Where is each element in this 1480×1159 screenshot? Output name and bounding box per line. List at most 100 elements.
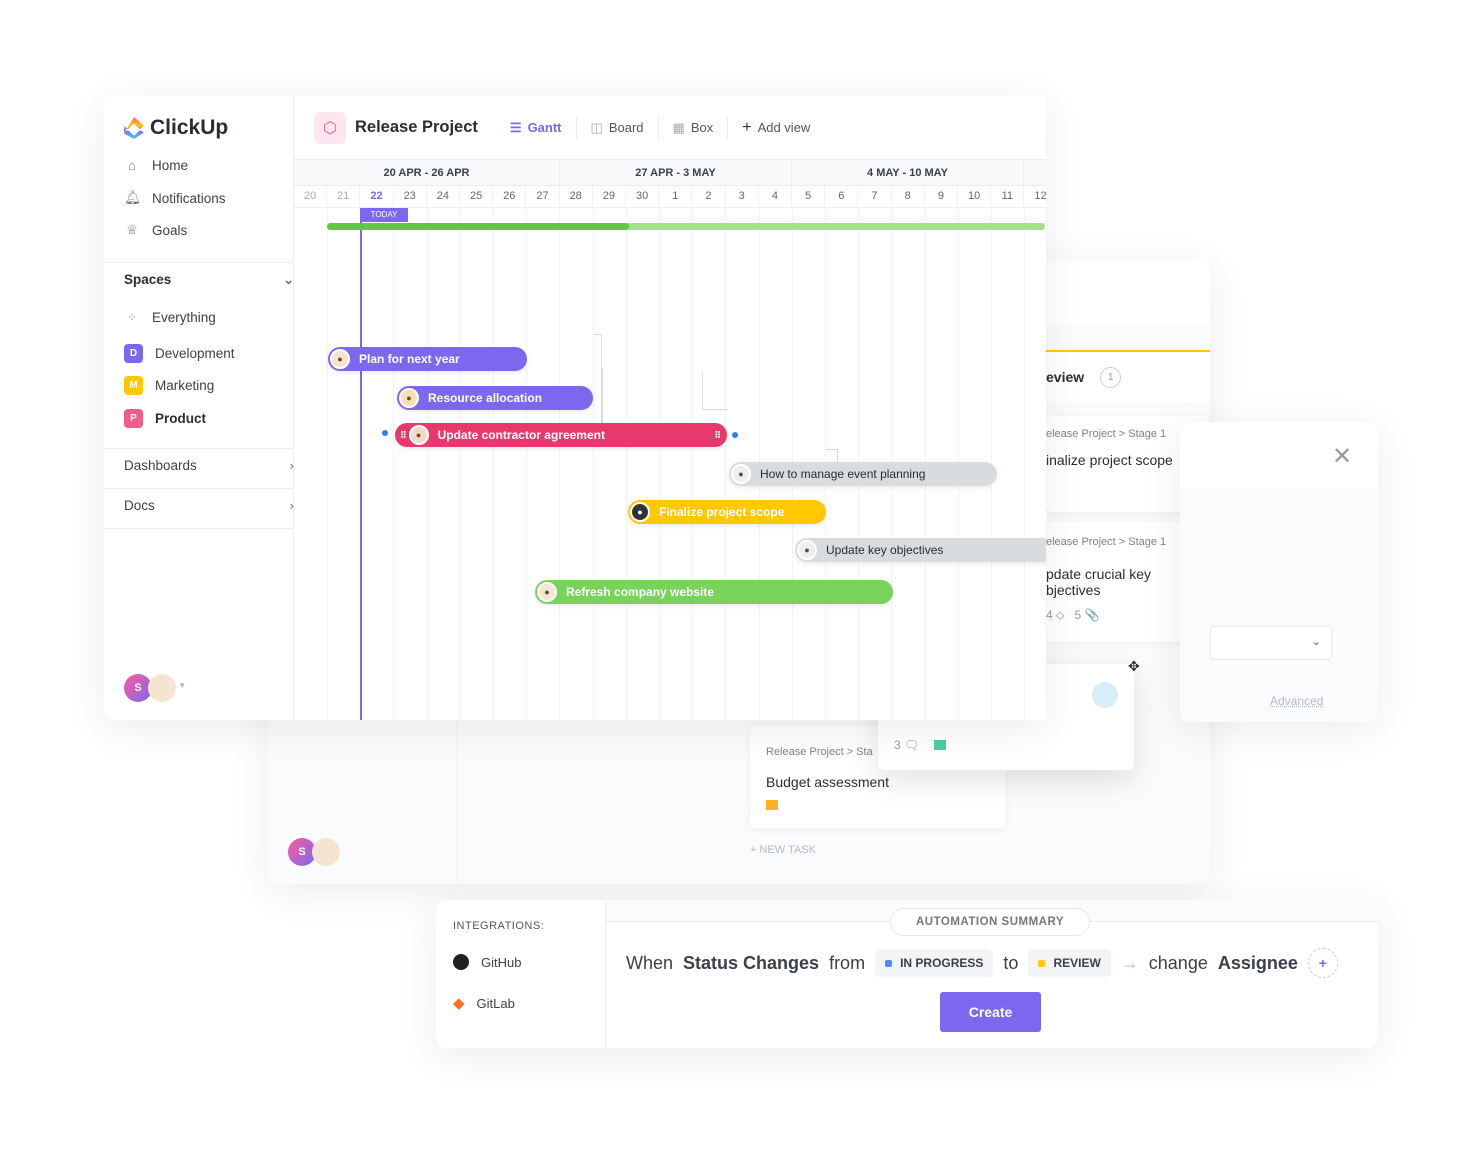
card-title: Budget assessment xyxy=(766,774,889,790)
grip-icon[interactable]: ⠿ xyxy=(714,430,721,441)
nav-label: Notifications xyxy=(152,190,226,206)
integration-github[interactable]: GitHub xyxy=(453,954,521,970)
day-label: 26 xyxy=(493,186,527,208)
board-header xyxy=(1046,260,1210,326)
day-label: 6 xyxy=(825,186,859,208)
integration-gitlab[interactable]: ◆ GitLab xyxy=(453,994,515,1012)
assignee-avatar: ● xyxy=(797,540,817,560)
task-name: Finalize project scope xyxy=(659,505,785,519)
nav-label: Home xyxy=(152,158,189,173)
grid-column-line xyxy=(725,208,727,720)
logo-text: ClickUp xyxy=(150,116,229,139)
day-label: 21 xyxy=(327,186,361,208)
integration-label: GitHub xyxy=(481,954,522,970)
trigger[interactable]: Status Changes xyxy=(683,953,819,974)
nav-label: Docs xyxy=(124,498,155,513)
week-label: 4 MAY - 10 MAY xyxy=(792,160,1024,186)
spaces-label: Spaces xyxy=(124,272,172,287)
text-to: to xyxy=(1003,952,1019,973)
tab-label: Box xyxy=(690,120,714,135)
grid-column-line xyxy=(692,208,694,720)
today-marker: TODAY xyxy=(360,208,408,222)
grid-column-line xyxy=(526,208,528,720)
advanced-link[interactable]: Advanced xyxy=(1270,694,1323,708)
status-from-pill[interactable]: IN PROGRESS xyxy=(875,949,994,977)
day-label: 4 xyxy=(759,186,792,208)
gantt-task-bar[interactable]: ● Refresh company website xyxy=(535,580,893,604)
close-icon[interactable]: ✕ xyxy=(1332,442,1352,471)
grid-column-line xyxy=(559,208,561,720)
gantt-task-bar[interactable]: ● Update key objectives xyxy=(795,538,1046,562)
add-view-button[interactable]: + Add view xyxy=(727,115,824,140)
move-icon[interactable]: ✥ xyxy=(1128,658,1140,675)
sidebar-space-product[interactable]: P Product xyxy=(124,409,206,428)
day-header: 20 21 22 23 24 25 26 27 28 29 30 1 2 3 4 5 6 7 8 9 10 11 12 xyxy=(294,186,1046,208)
day-label: 20 xyxy=(294,186,328,208)
tag-count: 4 xyxy=(1046,608,1053,622)
gantt-task-bar[interactable]: ● Plan for next year xyxy=(328,347,527,371)
home-icon: ⌂ xyxy=(127,158,137,173)
tab-board[interactable]: ◫ Board xyxy=(575,115,658,140)
day-label: 5 xyxy=(792,186,826,208)
sidebar-item-notifications[interactable]: 🔔︎ Notifications xyxy=(124,190,226,206)
logo[interactable]: ClickUp xyxy=(124,116,228,140)
nav-label: Dashboards xyxy=(124,458,197,473)
text-when: When xyxy=(626,952,674,973)
sidebar-item-everything[interactable]: ⁘ Everything xyxy=(124,310,216,325)
grid-column-line xyxy=(592,208,594,720)
grid-column-line xyxy=(393,208,395,720)
day-label: 12 xyxy=(1024,186,1046,208)
gantt-task-bar[interactable]: ● How to manage event planning xyxy=(729,462,997,486)
gantt-task-bar[interactable]: ⠿ ● Update contractor agreement ⠿ xyxy=(395,423,727,447)
status-label: IN PROGRESS xyxy=(900,956,984,970)
tab-label: Gantt xyxy=(527,120,562,135)
action-target[interactable]: Assignee xyxy=(1218,953,1298,974)
github-icon xyxy=(453,954,469,970)
integrations-label: INTEGRATIONS: xyxy=(453,920,545,932)
task-name: How to manage event planning xyxy=(760,467,926,481)
status-to-pill[interactable]: REVIEW xyxy=(1028,949,1111,977)
sidebar-item-home[interactable]: ⌂ Home xyxy=(124,158,188,173)
trophy-icon: ♕ xyxy=(125,222,139,237)
progress-bar xyxy=(327,223,1045,230)
sidebar: ClickUp ⌂ Home 🔔︎ Notifications ♕ Goals Spa… xyxy=(104,96,294,720)
assignee-avatar: ● xyxy=(630,502,650,522)
space-badge: D xyxy=(124,344,143,363)
automation-summary-badge: AUTOMATION SUMMARY xyxy=(890,908,1090,936)
caret-down-icon[interactable]: ▾ xyxy=(180,680,185,691)
add-assignee-icon[interactable]: + xyxy=(1307,948,1338,978)
tab-box[interactable]: ▦ Box xyxy=(657,115,728,140)
sidebar-space-marketing[interactable]: M Marketing xyxy=(124,376,214,395)
column-title: eview xyxy=(1046,369,1085,385)
create-button[interactable]: Create xyxy=(940,992,1041,1032)
today-line xyxy=(360,208,362,720)
board-column-review: eview 1 xyxy=(1046,350,1210,402)
spaces-header[interactable]: Spaces ⌄ xyxy=(124,272,294,288)
text-from: from xyxy=(829,952,866,973)
task-name: Resource allocation xyxy=(428,391,543,405)
user-avatar[interactable] xyxy=(312,838,340,866)
sidebar-item-docs[interactable]: Docs › xyxy=(124,498,294,513)
sidebar-space-development[interactable]: D Development xyxy=(124,344,235,363)
tag-icon: ⬦ xyxy=(1056,608,1065,622)
dropdown-chevron-icon[interactable]: ⌄ xyxy=(1210,626,1332,660)
gantt-task-bar[interactable]: ● Resource allocation xyxy=(397,386,593,410)
new-task-button[interactable]: + NEW TASK xyxy=(750,844,816,856)
day-label: 27 xyxy=(526,186,560,208)
assignee-avatar xyxy=(1092,682,1118,708)
drag-handle-dot[interactable] xyxy=(732,432,738,438)
column-count: 1 xyxy=(1100,366,1122,388)
nav-label: Everything xyxy=(152,310,216,325)
drag-handle-dot[interactable] xyxy=(382,430,388,436)
grid-column-line xyxy=(659,208,660,720)
user-avatar[interactable] xyxy=(148,674,176,702)
grip-icon[interactable]: ⠿ xyxy=(400,430,407,441)
tab-gantt[interactable]: ☰ Gantt xyxy=(496,116,576,140)
automation-panel: INTEGRATIONS: GitHub ◆ GitLab AUTOMATION … xyxy=(436,900,1378,1048)
sidebar-item-dashboards[interactable]: Dashboards › xyxy=(124,458,294,473)
gantt-task-bar[interactable]: ● Finalize project scope xyxy=(628,500,826,524)
day-label: 11 xyxy=(991,186,1025,208)
arrow-right-icon: → xyxy=(1120,952,1139,973)
sidebar-item-goals[interactable]: ♕ Goals xyxy=(124,222,187,238)
board-icon: ◫ xyxy=(590,119,603,135)
